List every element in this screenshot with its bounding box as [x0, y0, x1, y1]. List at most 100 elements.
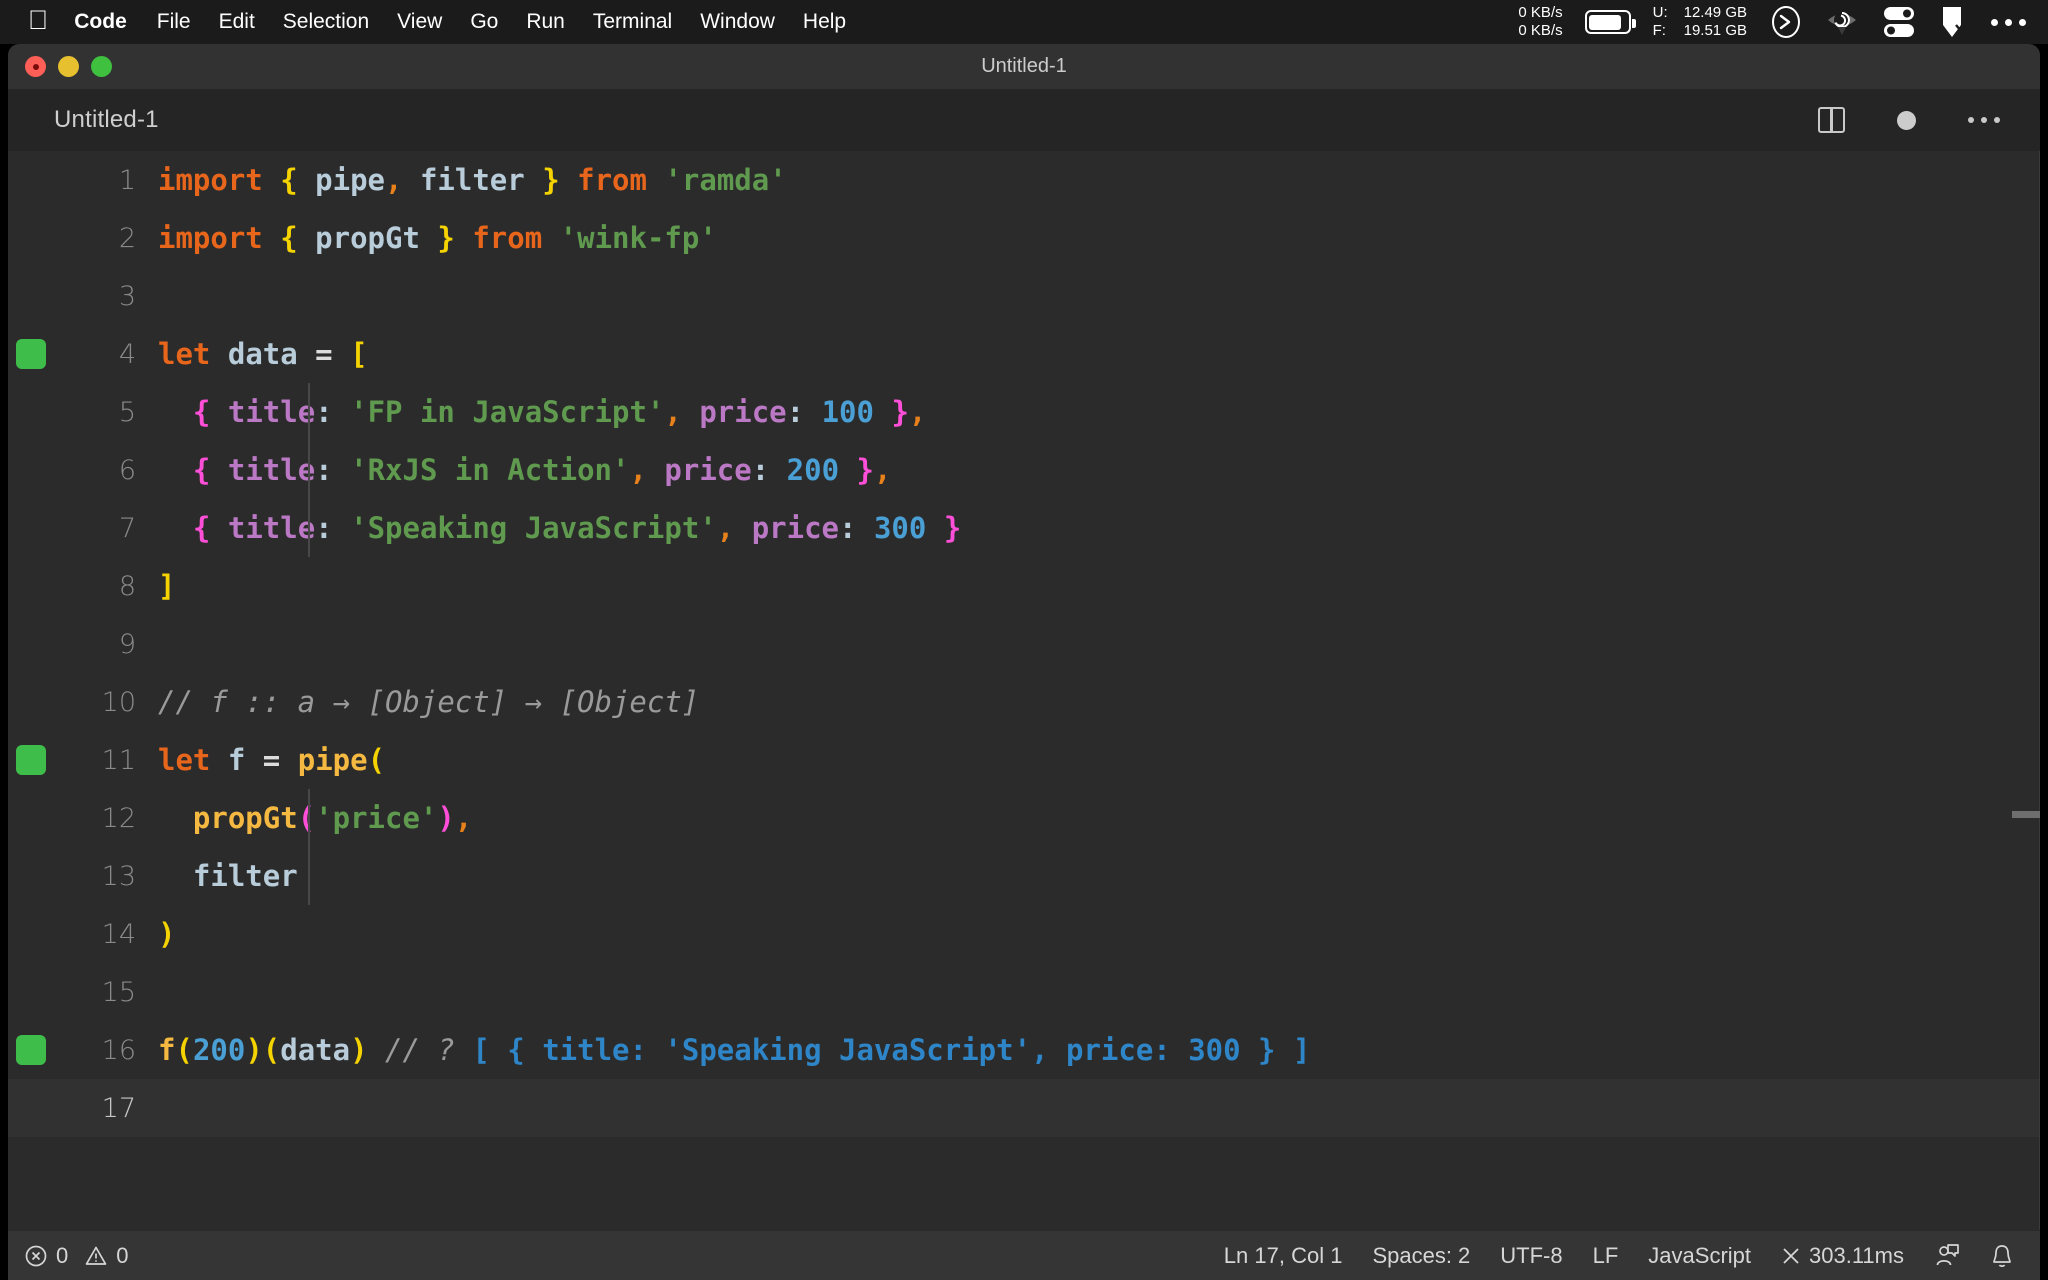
line-content[interactable]: import { propGt } from 'wink-fp' [158, 209, 2040, 267]
line-content[interactable]: { title: 'RxJS in Action', price: 200 }, [158, 441, 2040, 499]
line-content[interactable]: let f = pipe( [158, 731, 2040, 789]
code-token: data [227, 337, 298, 371]
bell-icon[interactable] [1990, 1243, 2014, 1269]
code-line[interactable]: 17 [8, 1079, 2040, 1137]
coverage-marker-icon [16, 745, 46, 775]
code-line[interactable]: 5 { title: 'FP in JavaScript', price: 10… [8, 383, 2040, 441]
line-content[interactable]: { title: 'Speaking JavaScript', price: 3… [158, 499, 2040, 557]
code-token: : [786, 395, 805, 429]
line-content[interactable]: let data = [ [158, 325, 2040, 383]
unsaved-dot-icon[interactable] [1897, 110, 1916, 130]
code-line[interactable]: 2 import { propGt } from 'wink-fp' [8, 209, 2040, 267]
language-mode[interactable]: JavaScript [1648, 1243, 1751, 1269]
apple-logo-icon[interactable]:  [28, 6, 48, 34]
coverage-marker-icon [16, 339, 46, 369]
code-line[interactable]: 3 [8, 267, 2040, 325]
indent-guide [308, 847, 310, 905]
menubar-item-go[interactable]: Go [470, 10, 498, 34]
line-content[interactable]: { title: 'FP in JavaScript', price: 100 … [158, 383, 2040, 441]
menubar-item-help[interactable]: Help [803, 10, 846, 34]
code-token: let [158, 743, 211, 777]
menubar-item-code[interactable]: Code [74, 10, 127, 34]
code-token: ) [350, 1033, 368, 1067]
menubar-item-selection[interactable]: Selection [283, 10, 369, 34]
code-line[interactable]: 10 // f :: a → [Object] → [Object] [8, 673, 2040, 731]
macos-menubar:  Code File Edit Selection View Go Run Terminal… [0, 0, 2048, 44]
menubar-item-window[interactable]: Window [700, 10, 775, 34]
menubar-item-file[interactable]: File [157, 10, 191, 34]
gutter-marker-cell [8, 383, 54, 441]
code-line[interactable]: 13 filter [8, 847, 2040, 905]
code-line[interactable]: 4 let data = [ [8, 325, 2040, 383]
code-token: = [315, 337, 333, 371]
feedback-person-icon[interactable] [1934, 1243, 1960, 1269]
code-token: price [751, 511, 840, 545]
error-count: 0 [56, 1242, 69, 1268]
code-token: } [542, 163, 560, 197]
indentation-setting[interactable]: Spaces: 2 [1372, 1243, 1470, 1269]
code-line[interactable]: 15 [8, 963, 2040, 1021]
code-line[interactable]: 7 { title: 'Speaking JavaScript', price:… [8, 499, 2040, 557]
line-content[interactable]: ) [158, 905, 2040, 963]
code-token: [ { title: 'Speaking JavaScript', price:… [472, 1033, 1311, 1067]
line-content[interactable]: propGt('price'), [158, 789, 2040, 847]
code-line[interactable]: 16 f(200)(data) // ? [ { title: 'Speaking… [8, 1021, 2040, 1079]
line-number: 4 [118, 338, 136, 370]
cursor-position[interactable]: Ln 17, Col 1 [1224, 1243, 1343, 1269]
toggle-switches-icon[interactable] [1881, 5, 1917, 39]
line-number: 13 [101, 860, 136, 892]
line-content[interactable]: // f :: a → [Object] → [Object] [158, 673, 2040, 731]
code-line[interactable]: 11 let f = pipe( [8, 731, 2040, 789]
menubar-item-view[interactable]: View [397, 10, 442, 34]
code-line[interactable]: 6 { title: 'RxJS in Action', price: 200 … [8, 441, 2040, 499]
menubar-item-run[interactable]: Run [526, 10, 565, 34]
memory-indicator[interactable]: U: 12.49 GB F: 19.51 GB [1653, 4, 1747, 40]
code-token: , [385, 163, 403, 197]
code-editor[interactable]: 1 import { pipe, filter } from 'ramda' 2 im… [8, 151, 2040, 1230]
code-line[interactable]: 12 propGt('price'), [8, 789, 2040, 847]
eye-spiral-icon[interactable] [1825, 5, 1859, 39]
menubar-item-edit[interactable]: Edit [219, 10, 255, 34]
split-editor-icon[interactable] [1818, 107, 1845, 133]
code-token: } [943, 511, 962, 545]
line-content[interactable]: f(200)(data) // ? [ { title: 'Speaking J… [158, 1021, 2040, 1079]
memory-used-value: 12.49 GB [1683, 4, 1747, 21]
line-content[interactable]: filter [158, 847, 2040, 905]
encoding-setting[interactable]: UTF-8 [1500, 1243, 1562, 1269]
menubar-item-terminal[interactable]: Terminal [593, 10, 672, 34]
line-content[interactable]: import { pipe, filter } from 'ramda' [158, 151, 2040, 209]
ellipsis-icon[interactable] [1968, 117, 2000, 123]
code-line[interactable]: 8] [8, 557, 2040, 615]
code-line[interactable]: 9 [8, 615, 2040, 673]
tab-untitled-1[interactable]: Untitled-1 [8, 106, 159, 134]
ellipsis-icon[interactable] [1991, 18, 2026, 26]
indent-guide [308, 383, 310, 441]
code-token: } [891, 395, 909, 429]
eol-setting[interactable]: LF [1593, 1243, 1619, 1269]
flag-icon[interactable] [1939, 5, 1969, 39]
code-token: : [315, 511, 333, 545]
network-speed-indicator[interactable]: 0 KB/s 0 KB/s [1518, 4, 1562, 40]
line-content[interactable]: ] [158, 557, 2040, 615]
editor-scrollbar[interactable] [2012, 811, 2040, 818]
line-number: 15 [101, 976, 136, 1008]
quokka-runtime[interactable]: 303.11ms [1781, 1243, 1904, 1269]
terminal-prompt-icon[interactable] [1769, 5, 1803, 39]
problems-indicator[interactable]: 0 0 [24, 1243, 129, 1269]
code-token: let [158, 337, 211, 371]
line-content[interactable] [158, 1079, 2040, 1137]
code-line[interactable]: 14) [8, 905, 2040, 963]
code-token: pipe [315, 163, 386, 197]
code-line[interactable]: 1 import { pipe, filter } from 'ramda' [8, 151, 2040, 209]
battery-icon[interactable] [1584, 10, 1636, 34]
gutter-marker-cell [8, 963, 54, 1021]
